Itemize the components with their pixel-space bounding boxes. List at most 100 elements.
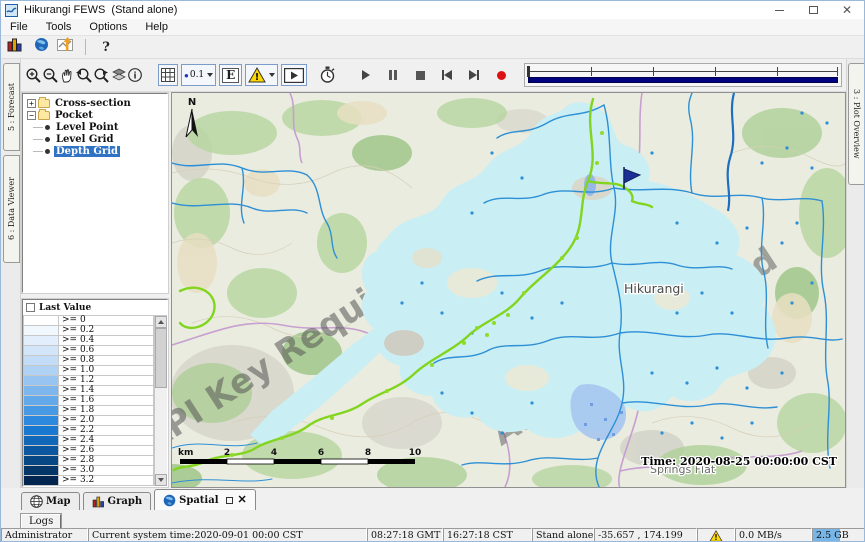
legend-scrollbar[interactable] (154, 316, 167, 486)
tree-node-cross-section[interactable]: + Cross-section (25, 97, 167, 109)
chart-up-arrow-icon (57, 37, 77, 58)
maximize-button[interactable] (796, 2, 830, 18)
warning-layer-dropdown[interactable]: ! (245, 64, 278, 86)
scale-tick: 2 (224, 448, 230, 458)
tree-label[interactable]: Cross-section (53, 98, 133, 109)
animation-button[interactable] (281, 64, 307, 86)
tree-label-selected[interactable]: Depth Grid (54, 146, 120, 157)
grid-display-toggle[interactable] (158, 64, 178, 86)
tree-connector (33, 127, 43, 128)
skip-start-button[interactable] (436, 65, 458, 85)
scrollbar-thumb[interactable] (155, 328, 167, 388)
tab-spatial-label: Spatial (179, 495, 218, 506)
status-local-time: 16:27:18 CST (443, 528, 532, 542)
play-button[interactable] (355, 65, 377, 85)
warning-icon: ! (248, 67, 266, 83)
map-view[interactable]: API Key Required API Key Required (171, 92, 846, 488)
close-panel-icon[interactable]: ✕ (238, 495, 247, 505)
scrollbar-track[interactable] (155, 328, 167, 474)
svg-text:!: ! (714, 532, 717, 541)
tab-plot-overview[interactable]: 3 : Plot Overview (848, 63, 865, 185)
zoom-next-button[interactable] (93, 64, 111, 86)
skip-end-icon (469, 70, 479, 80)
stop-button[interactable] (409, 65, 431, 85)
pause-button[interactable] (382, 65, 404, 85)
zoom-in-button[interactable] (25, 64, 42, 86)
tab-forecast[interactable]: 5 : Forecast (3, 63, 20, 151)
legend-label: >= 3.2 (59, 476, 154, 486)
pan-button[interactable] (59, 64, 75, 86)
close-button[interactable]: ✕ (830, 2, 864, 18)
record-button[interactable] (490, 65, 512, 85)
north-label: N (188, 97, 196, 108)
time-slider-thumb[interactable] (527, 66, 530, 77)
color-swatch (23, 416, 59, 426)
menu-tools[interactable]: Tools (37, 21, 81, 33)
restore-panel-icon[interactable] (226, 497, 233, 504)
arrow-up-icon (158, 320, 164, 324)
status-system-time: Current system time:2020-09-01 00:00 CST (88, 528, 367, 542)
info-button[interactable]: i (127, 64, 143, 86)
legend-title: Last Value (39, 303, 91, 313)
minimize-button[interactable] (762, 2, 796, 18)
zoom-out-icon (42, 67, 59, 84)
arrow-down-icon (158, 478, 164, 482)
timeseries-dialog-button[interactable] (55, 37, 79, 57)
tree-node-depth-grid[interactable]: Depth Grid (25, 145, 167, 157)
menu-help[interactable]: Help (136, 21, 177, 33)
label-e-icon: E (222, 68, 239, 83)
layers-icon (111, 67, 127, 83)
help-button[interactable]: ? (94, 37, 118, 57)
time-slider[interactable] (524, 63, 842, 87)
last-value-checkbox[interactable] (26, 303, 35, 312)
tree-label[interactable]: Level Grid (54, 134, 115, 145)
legend-class-list: >= 0 >= 0.2 >= 0.4 >= 0.6 >= 0.8 >= 1.0 … (23, 316, 154, 486)
map-display-button[interactable] (29, 37, 53, 57)
status-warning-cell[interactable]: ! (697, 528, 735, 542)
playback-controls (350, 65, 512, 85)
threshold-dropdown[interactable]: ● 0.1 (181, 64, 216, 86)
tree-node-level-point[interactable]: Level Point (25, 121, 167, 133)
menu-options[interactable]: Options (80, 21, 136, 33)
layer-tree: + Cross-section − Pocket Level P (22, 93, 168, 293)
right-tab-strip: 3 : Plot Overview (846, 59, 865, 488)
bottom-panel: Map Graph Spatial ✕ Logs (1, 488, 865, 528)
tab-graph[interactable]: Graph (83, 492, 152, 510)
zoom-next-icon (93, 67, 111, 84)
expand-icon[interactable]: + (27, 99, 36, 108)
left-tab-strip: 5 : Forecast 6 : Data Viewer (1, 59, 21, 488)
stopwatch-icon (319, 66, 336, 84)
help-icon: ? (102, 40, 110, 55)
tab-data-viewer[interactable]: 6 : Data Viewer (3, 155, 20, 263)
database-viewer-button[interactable] (3, 37, 27, 57)
tree-node-level-grid[interactable]: Level Grid (25, 133, 167, 145)
map-canvas[interactable]: API Key Required API Key Required (172, 93, 846, 488)
tree-label[interactable]: Pocket (53, 110, 95, 121)
layers-button[interactable] (111, 64, 127, 86)
record-icon (497, 71, 506, 80)
zoom-out-button[interactable] (42, 64, 59, 86)
tree-node-pocket[interactable]: − Pocket (25, 109, 167, 121)
tab-spatial[interactable]: Spatial ✕ (154, 489, 256, 510)
threshold-dot-icon: ● (184, 71, 189, 80)
toolbar-separator (85, 39, 86, 55)
labels-toggle-button[interactable]: E (219, 64, 242, 86)
tree-connector (33, 151, 43, 152)
folder-open-icon (38, 111, 50, 120)
status-mode: Stand alone (532, 528, 594, 542)
menu-file[interactable]: File (1, 21, 37, 33)
collapse-icon[interactable]: − (27, 111, 36, 120)
zoom-previous-button[interactable] (75, 64, 93, 86)
timer-button[interactable] (319, 65, 336, 85)
scroll-up-button[interactable] (155, 316, 167, 328)
tab-map[interactable]: Map (21, 492, 80, 510)
time-span-bar (528, 77, 838, 83)
color-swatch (23, 316, 59, 326)
status-bar: Administrator Current system time:2020-0… (1, 528, 865, 542)
legend-row[interactable]: >= 3.2 (23, 476, 154, 486)
town-label: Hikurangi (624, 281, 684, 296)
scroll-down-button[interactable] (155, 474, 167, 486)
skip-end-button[interactable] (463, 65, 485, 85)
scale-unit: km (178, 448, 193, 458)
tree-label[interactable]: Level Point (54, 122, 120, 133)
